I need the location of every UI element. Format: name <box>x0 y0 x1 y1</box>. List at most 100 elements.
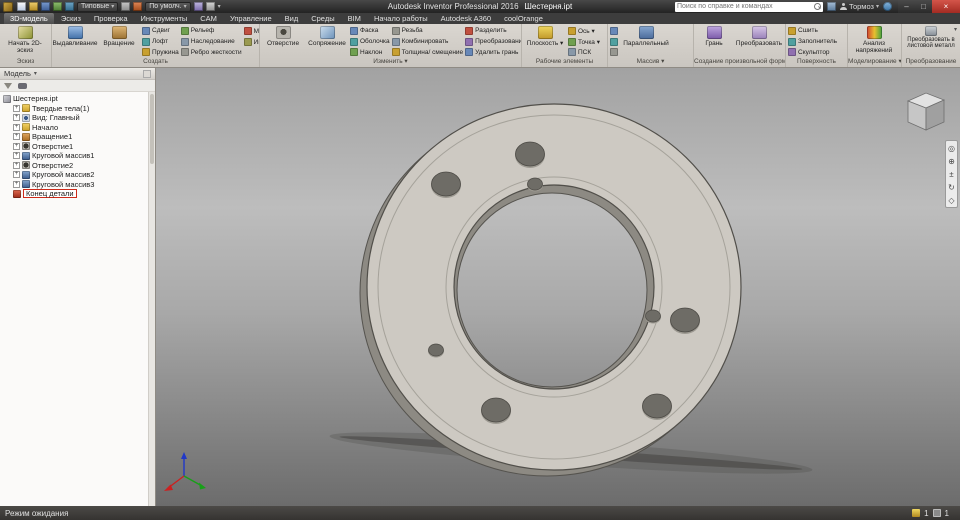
mirror-button[interactable] <box>610 47 618 57</box>
hole-button[interactable]: Отверстие <box>262 25 304 57</box>
tab-tools[interactable]: Инструменты <box>135 13 194 24</box>
tree-item-revolution1[interactable]: + Вращение1 <box>0 132 148 142</box>
tree-item-circular-pattern1[interactable]: + Круговой массив1 <box>0 151 148 161</box>
chamfer-button[interactable]: Фаска <box>350 26 390 36</box>
tab-sketch[interactable]: Эскиз <box>55 13 87 24</box>
split-button[interactable]: Разделить <box>465 26 521 36</box>
material-dropdown[interactable]: Типовые ▾ <box>77 2 118 12</box>
tree-item-hole1[interactable]: + Отверстие1 <box>0 142 148 152</box>
work-plane-button[interactable]: Плоскость ▾ <box>524 25 566 57</box>
help-icon[interactable] <box>883 2 892 11</box>
redo-icon[interactable] <box>65 2 74 11</box>
measure-icon[interactable] <box>194 2 203 11</box>
decal-button[interactable]: Маркировка <box>244 26 259 36</box>
thicken-offset-button[interactable]: Толщина/ смещение <box>392 47 464 57</box>
tab-a360[interactable]: Autodesk A360 <box>435 13 497 24</box>
qat-expand-icon[interactable]: ▾ <box>218 4 221 10</box>
tab-bim[interactable]: BIM <box>342 13 367 24</box>
browser-close-icon[interactable] <box>143 70 151 78</box>
tab-3d-model[interactable]: 3D-модель <box>4 13 54 24</box>
parameters-icon[interactable] <box>206 2 215 11</box>
steering-wheel-icon[interactable]: ◎ <box>946 142 957 154</box>
sign-in-menu[interactable]: Тормоз ▾ <box>840 2 879 11</box>
viewport-canvas[interactable] <box>156 68 960 506</box>
save-icon[interactable] <box>41 2 50 11</box>
look-at-icon[interactable]: ◇ <box>946 194 957 206</box>
close-button[interactable]: × <box>932 0 960 13</box>
tree-item-end-of-part[interactable]: Конец детали <box>0 189 148 199</box>
sweep-button[interactable]: Сдвиг <box>142 26 179 36</box>
loft-button[interactable]: Лофт <box>142 37 179 47</box>
tab-manage[interactable]: Управление <box>224 13 278 24</box>
pan-icon[interactable]: ⊕ <box>946 155 957 167</box>
search-input[interactable] <box>677 3 814 10</box>
combine-button[interactable]: Комбинировать <box>392 37 464 47</box>
tab-coolorange[interactable]: coolOrange <box>498 13 549 24</box>
stress-analysis-button[interactable]: Анализ напряжений <box>850 25 898 57</box>
convert-to-sheetmetal-button[interactable]: Преобразовать в листовой металл <box>904 25 958 57</box>
maximize-button[interactable]: □ <box>915 0 932 13</box>
filter-icon[interactable] <box>4 83 12 89</box>
zoom-icon[interactable]: ± <box>946 168 957 180</box>
browser-scrollbar[interactable] <box>148 92 155 506</box>
appearance-dropdown[interactable]: По умолч. ▾ <box>145 2 190 12</box>
undo-icon[interactable] <box>53 2 62 11</box>
a360-icon[interactable] <box>827 2 836 11</box>
expand-icon[interactable]: + <box>13 162 20 169</box>
start-2d-sketch-button[interactable]: Начать 2D-эскиз <box>2 25 48 57</box>
return-icon[interactable] <box>121 2 130 11</box>
open-icon[interactable] <box>29 2 38 11</box>
part-model[interactable] <box>360 104 741 476</box>
shell-button[interactable]: Оболочка <box>350 37 390 47</box>
fillet-button[interactable]: Сопряжение <box>306 25 348 57</box>
ribbon-options-icon[interactable]: ▾ <box>954 26 957 33</box>
stitch-button[interactable]: Сшить <box>788 26 837 36</box>
import-button[interactable]: Импорт <box>244 37 259 47</box>
expand-icon[interactable]: + <box>13 105 20 112</box>
parallel-pattern-button[interactable]: Параллельный <box>620 25 672 57</box>
find-icon[interactable] <box>18 83 27 89</box>
emboss-button[interactable]: Рельеф <box>181 26 242 36</box>
tree-item-solid-bodies[interactable]: + Твердые тела(1) <box>0 104 148 114</box>
tab-view[interactable]: Вид <box>279 13 305 24</box>
tab-get-started[interactable]: Начало работы <box>368 13 434 24</box>
thread-button[interactable]: Резьба <box>392 26 464 36</box>
freeform-box-button[interactable]: Грань <box>696 25 732 57</box>
new-file-icon[interactable] <box>17 2 26 11</box>
expand-icon[interactable]: + <box>13 152 20 159</box>
search-icon[interactable] <box>814 3 821 10</box>
extrude-button[interactable]: Выдавливание <box>54 25 96 57</box>
expand-icon[interactable]: + <box>13 133 20 140</box>
draft-button[interactable]: Наклон <box>350 47 390 57</box>
revolve-button[interactable]: Вращение <box>98 25 140 57</box>
tree-item-hole2[interactable]: + Отверстие2 <box>0 161 148 171</box>
freeform-convert-button[interactable]: Преобразовать <box>734 25 784 57</box>
tree-item-circular-pattern2[interactable]: + Круговой массив2 <box>0 170 148 180</box>
work-axis-button[interactable]: Ось ▾ <box>568 26 600 36</box>
sculpt-button[interactable]: Скульптор <box>788 47 837 57</box>
delete-face-button[interactable]: Удалить грань <box>465 47 521 57</box>
tree-item-origin[interactable]: + Начало <box>0 123 148 133</box>
app-icon[interactable] <box>3 2 13 12</box>
tree-item-view-main[interactable]: + Вид: Главный <box>0 113 148 123</box>
tab-inspect[interactable]: Проверка <box>88 13 134 24</box>
rectangular-pattern-button[interactable] <box>610 26 618 36</box>
direct-edit-button[interactable]: Преобразование <box>465 37 521 47</box>
browser-header[interactable]: Модель ▾ <box>0 68 155 80</box>
circular-pattern-button[interactable] <box>610 37 618 47</box>
work-point-button[interactable]: Точка ▾ <box>568 37 600 47</box>
expand-icon[interactable]: + <box>13 171 20 178</box>
orbit-icon[interactable]: ↻ <box>946 181 957 193</box>
expand-icon[interactable]: + <box>13 114 20 121</box>
tab-environments[interactable]: Среды <box>305 13 340 24</box>
patch-button[interactable]: Заполнитель <box>788 37 837 47</box>
3d-viewport[interactable]: ◎ ⊕ ± ↻ ◇ <box>156 68 960 506</box>
view-cube[interactable] <box>908 93 944 130</box>
coil-button[interactable]: Пружина <box>142 47 179 57</box>
rib-button[interactable]: Ребро жесткости <box>181 47 242 57</box>
expand-icon[interactable]: + <box>13 124 20 131</box>
tree-item-circular-pattern3[interactable]: + Круговой массив3 <box>0 180 148 190</box>
expand-icon[interactable]: + <box>13 181 20 188</box>
ucs-button[interactable]: ПСК <box>568 47 600 57</box>
minimize-button[interactable]: – <box>898 0 915 13</box>
